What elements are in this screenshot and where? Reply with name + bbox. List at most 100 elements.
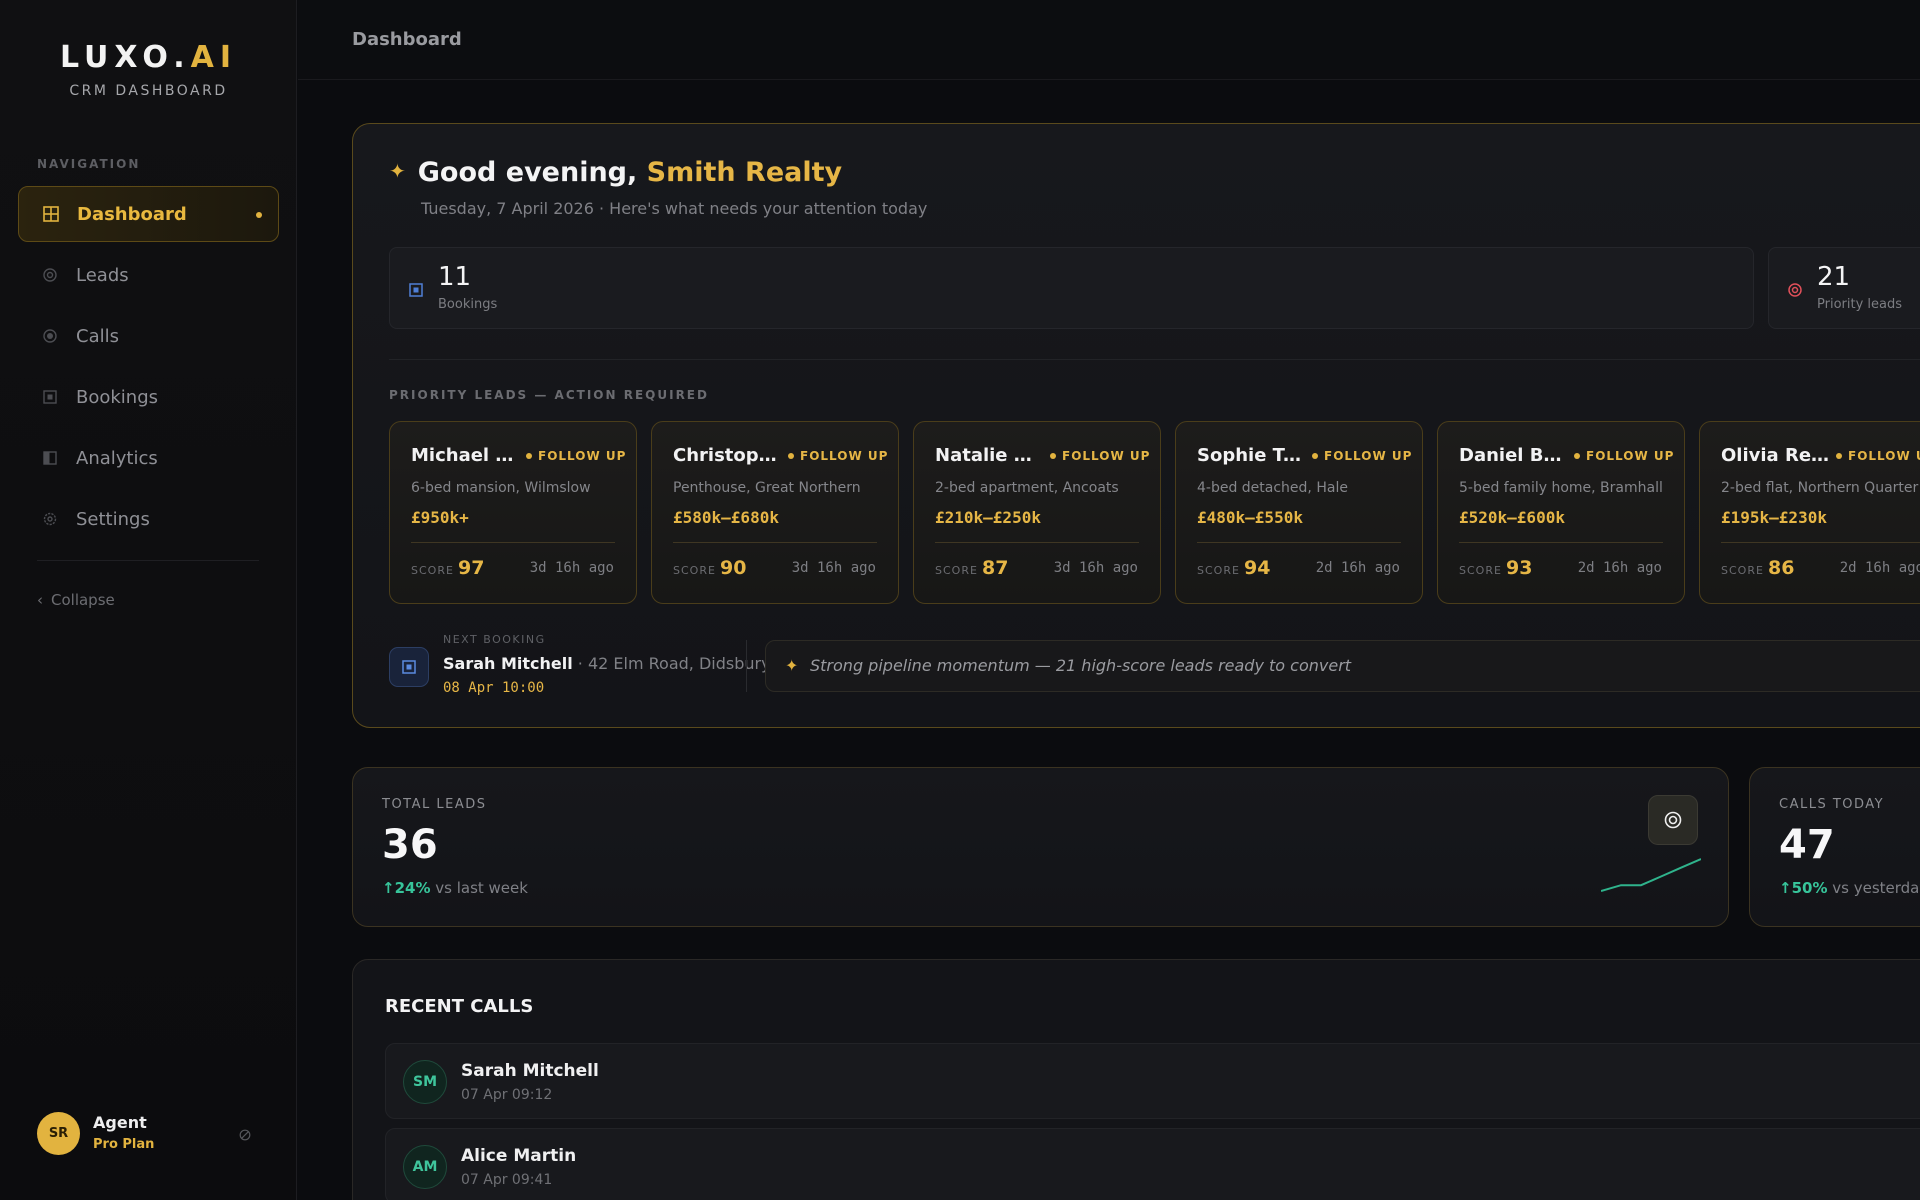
- sidebar-item-calls[interactable]: Calls: [18, 308, 279, 364]
- sidebar-item-label: Dashboard: [77, 203, 187, 225]
- kpi-value: 36: [382, 822, 438, 868]
- lead-name: Olivia Rey...: [1721, 445, 1831, 466]
- chart-icon: [42, 450, 58, 466]
- lead-property: 2-bed flat, Northern Quarter: [1721, 480, 1919, 496]
- priority-lead-card[interactable]: Christoph... FOLLOW UP Penthouse, Great …: [651, 421, 899, 604]
- priority-lead-card[interactable]: Olivia Rey... FOLLOW UP 2-bed flat, Nort…: [1699, 421, 1920, 604]
- card-divider: [1721, 542, 1920, 543]
- lead-age: 2d 16h ago: [1577, 560, 1662, 576]
- lead-age: 3d 16h ago: [791, 560, 876, 576]
- sidebar-item-label: Calls: [76, 325, 119, 347]
- greeting-subtitle: Tuesday, 7 April 2026 · Here's what need…: [421, 199, 928, 218]
- leads-trend-sparkline: [1601, 858, 1701, 892]
- target-icon: [42, 267, 58, 283]
- lead-score: 93: [1506, 557, 1533, 579]
- priority-leads-stat[interactable]: 21 Priority leads: [1768, 247, 1920, 329]
- brand-subtitle: CRM DASHBOARD: [69, 83, 228, 99]
- bookings-stat[interactable]: 11 Bookings: [389, 247, 1754, 329]
- insight-banner: ✦ Strong pipeline momentum — 21 high-sco…: [765, 640, 1920, 692]
- sidebar-item-dashboard[interactable]: Dashboard: [18, 186, 279, 242]
- caller-name: Sarah Mitchell: [461, 1061, 599, 1081]
- card-divider: [1459, 542, 1663, 543]
- calendar-icon: [409, 282, 423, 297]
- follow-up-badge: FOLLOW UP: [1574, 449, 1674, 463]
- card-divider: [1197, 542, 1401, 543]
- score-label: SCORE: [1197, 564, 1240, 577]
- sidebar-item-label: Settings: [76, 508, 150, 530]
- target-icon: [1788, 282, 1802, 297]
- priority-leads-caption: PRIORITY LEADS — ACTION REQUIRED: [389, 388, 709, 402]
- card-divider: [411, 542, 615, 543]
- stat-label: Bookings: [438, 297, 498, 312]
- calls-today-card[interactable]: CALLS TODAY 47 ↑50% vs yesterday: [1749, 767, 1920, 927]
- lead-property: 4-bed detached, Hale: [1197, 480, 1348, 496]
- calendar-icon: [389, 647, 429, 687]
- call-time: 07 Apr 09:12: [461, 1087, 553, 1103]
- score-label: SCORE: [1721, 564, 1764, 577]
- lead-budget: £520k–£600k: [1459, 508, 1565, 527]
- sidebar-item-analytics[interactable]: Analytics: [18, 430, 279, 486]
- stat-label: Priority leads: [1817, 297, 1903, 312]
- next-booking-summary[interactable]: Sarah Mitchell · 42 Elm Road, Didsbury: [443, 654, 771, 673]
- sidebar-item-label: Bookings: [76, 386, 159, 408]
- greeting-panel: ✦ Good evening, Smith Realty Tuesday, 7 A…: [352, 123, 1920, 728]
- gear-icon: [42, 511, 58, 527]
- priority-lead-card[interactable]: Sophie Tu... FOLLOW UP 4-bed detached, H…: [1175, 421, 1423, 604]
- sidebar-item-bookings[interactable]: Bookings: [18, 369, 279, 425]
- lead-score: 87: [982, 557, 1009, 579]
- lead-property: 5-bed family home, Bramhall: [1459, 480, 1663, 496]
- priority-lead-card[interactable]: Natalie Hu... FOLLOW UP 2-bed apartment,…: [913, 421, 1161, 604]
- caller-name: Alice Martin: [461, 1146, 577, 1166]
- sidebar-item-settings[interactable]: Settings: [18, 491, 279, 547]
- lead-age: 2d 16h ago: [1315, 560, 1400, 576]
- follow-up-badge: FOLLOW UP: [788, 449, 888, 463]
- kpi-value: 47: [1779, 822, 1835, 868]
- avatar: AM: [403, 1145, 447, 1189]
- follow-up-badge: FOLLOW UP: [1312, 449, 1412, 463]
- score-label: SCORE: [935, 564, 978, 577]
- nav-caption: NAVIGATION: [37, 157, 141, 171]
- kpi-delta: ↑50% vs yesterday: [1779, 879, 1920, 897]
- grid-icon: [43, 206, 59, 222]
- booking-client-name: Sarah Mitchell: [443, 654, 573, 673]
- sidebar-item-leads[interactable]: Leads: [18, 247, 279, 303]
- call-row[interactable]: AM Alice Martin 07 Apr 09:41: [385, 1128, 1920, 1200]
- next-booking-caption: NEXT BOOKING: [443, 633, 546, 646]
- lead-budget: £580k–£680k: [673, 508, 779, 527]
- nav-divider: [37, 560, 259, 561]
- lead-budget: £195k–£230k: [1721, 508, 1827, 527]
- sparkle-icon: ✦: [785, 656, 799, 675]
- lead-score: 97: [458, 557, 485, 579]
- avatar: SM: [403, 1060, 447, 1104]
- lead-age: 2d 16h ago: [1839, 560, 1920, 576]
- sparkline-line: [1601, 858, 1701, 892]
- lead-property: 6-bed mansion, Wilmslow: [411, 480, 591, 496]
- section-divider: [389, 359, 1920, 360]
- greeting-heading: ✦ Good evening, Smith Realty: [389, 157, 843, 188]
- sidebar-item-label: Analytics: [76, 447, 158, 469]
- lead-property: 2-bed apartment, Ancoats: [935, 480, 1119, 496]
- booking-address: · 42 Elm Road, Didsbury: [572, 654, 771, 673]
- user-profile[interactable]: SR Agent Pro Plan: [37, 1112, 267, 1156]
- brand-logo[interactable]: LUXO.AI CRM DASHBOARD: [0, 40, 297, 99]
- collapse-label: Collapse: [51, 591, 115, 609]
- brand-name: LUXO.AI: [59, 40, 238, 75]
- call-row[interactable]: SM Sarah Mitchell 07 Apr 09:12: [385, 1043, 1920, 1119]
- sidebar-item-label: Leads: [76, 264, 129, 286]
- lead-age: 3d 16h ago: [1053, 560, 1138, 576]
- lead-name: Natalie Hu...: [935, 445, 1045, 466]
- sidebar: LUXO.AI CRM DASHBOARD NAVIGATION Dashboa…: [0, 0, 297, 1200]
- collapse-button[interactable]: ‹ Collapse: [37, 591, 115, 609]
- booking-datetime: 08 Apr 10:00: [443, 680, 545, 696]
- priority-lead-card[interactable]: Michael F... FOLLOW UP 6-bed mansion, Wi…: [389, 421, 637, 604]
- follow-up-badge: FOLLOW UP: [1836, 449, 1920, 463]
- call-time: 07 Apr 09:41: [461, 1172, 553, 1188]
- sign-out-icon[interactable]: [239, 1126, 253, 1141]
- kpi-caption: TOTAL LEADS: [382, 797, 487, 812]
- card-divider: [673, 542, 877, 543]
- total-leads-card[interactable]: TOTAL LEADS 36 ↑24% vs last week: [352, 767, 1729, 927]
- score-label: SCORE: [1459, 564, 1502, 577]
- lead-name: Michael F...: [411, 445, 521, 466]
- profile-name: Agent: [93, 1113, 147, 1132]
- priority-lead-card[interactable]: Daniel Bro... FOLLOW UP 5-bed family hom…: [1437, 421, 1685, 604]
